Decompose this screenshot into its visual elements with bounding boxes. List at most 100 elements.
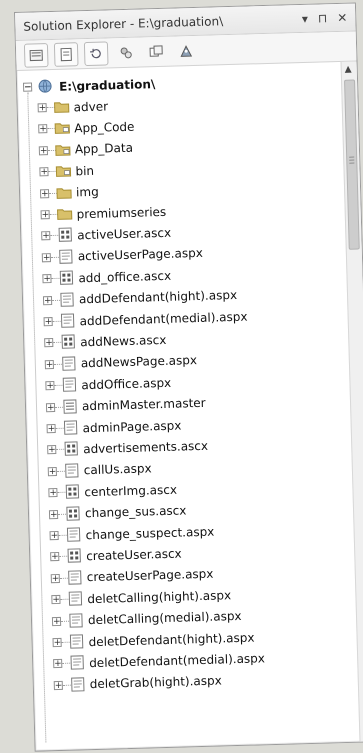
aspx-file-icon [60, 313, 75, 328]
folder-icon [54, 102, 70, 113]
aspx-file-icon [68, 570, 82, 585]
expand-icon[interactable]: + [51, 595, 61, 605]
refresh-icon[interactable] [83, 40, 109, 66]
expand-icon[interactable]: + [41, 252, 51, 263]
grip-line-1 [349, 156, 355, 158]
tree-item-label: addDefendant(hight).aspx [78, 288, 238, 307]
ascx-file-icon [58, 227, 72, 243]
tree-item-label: callUs.aspx [83, 461, 152, 478]
tree-item-label: change_sus.ascx [84, 503, 187, 521]
root-label: E:\graduation\ [58, 76, 156, 94]
tree-item-label: deletDefendant(hight).aspx [88, 630, 255, 649]
solution-explorer-panel: Solution Explorer - E:\graduation\ ▾ ⊓ ✕… [14, 2, 363, 752]
expand-icon[interactable]: + [51, 616, 62, 627]
expand-icon[interactable]: + [53, 659, 63, 670]
tree-item-label: img [75, 184, 99, 200]
aspx-file-icon [69, 634, 84, 649]
expand-icon[interactable]: + [39, 167, 49, 178]
tree-item-label: deletGrab(hight).aspx [89, 673, 222, 692]
folder-icon [56, 187, 72, 199]
expand-icon[interactable]: + [48, 488, 58, 498]
expand-icon[interactable]: + [39, 188, 50, 199]
expand-icon[interactable]: + [43, 317, 53, 327]
expand-icon[interactable]: + [38, 145, 49, 156]
expand-icon[interactable]: + [48, 509, 59, 520]
tree-item-label: advertisements.ascx [83, 438, 209, 457]
view-in-browser-icon[interactable] [174, 38, 199, 63]
ascx-file-icon [64, 441, 78, 457]
expand-icon[interactable]: + [50, 573, 60, 584]
collapse-icon[interactable]: − [22, 82, 33, 93]
expand-icon[interactable]: + [38, 124, 48, 135]
expand-icon[interactable]: + [53, 680, 63, 691]
folder-icon [55, 145, 71, 156]
properties-icon[interactable] [23, 42, 49, 68]
aspx-file-icon [66, 527, 81, 542]
aspx-file-icon [71, 677, 85, 692]
tree-item-label: activeUser.ascx [77, 225, 172, 243]
aspx-file-icon [69, 612, 83, 628]
show-all-files-icon[interactable] [53, 41, 79, 67]
tree-item-label: change_suspect.aspx [85, 524, 215, 542]
expand-icon[interactable]: + [49, 530, 59, 541]
ascx-file-icon [66, 505, 80, 521]
ascx-file-icon [65, 484, 80, 499]
tree-item-label: deletCalling(medial).aspx [87, 609, 242, 628]
tree-item-label: premiumseries [76, 204, 167, 222]
grip-line-2 [349, 159, 355, 161]
tree-item-label: adminPage.aspx [82, 418, 182, 435]
tree-item-label: adver [73, 99, 109, 115]
expand-icon[interactable]: + [42, 274, 52, 284]
tree-item-label: App_Code [74, 119, 135, 136]
expand-icon[interactable]: + [40, 210, 50, 220]
expand-icon[interactable]: + [37, 103, 47, 113]
tree-item-label: deletDefendant(medial).aspx [89, 651, 266, 671]
folder-icon [55, 166, 72, 178]
expand-icon[interactable]: + [41, 231, 51, 242]
tree-item-label: activeUserPage.aspx [77, 246, 204, 264]
title-controls: ▾ ⊓ ✕ [302, 10, 348, 25]
expand-icon[interactable]: + [45, 381, 55, 391]
solution-tree: − E:\graduation\ + adver + App_Code + App_Dat… [17, 62, 358, 751]
expand-icon[interactable]: + [47, 466, 57, 477]
expand-icon[interactable]: + [44, 359, 54, 370]
master-file-icon [63, 399, 77, 414]
restore-icon[interactable]: ⊓ [318, 11, 328, 25]
nest-related-files-icon[interactable] [144, 39, 169, 64]
aspx-file-icon [70, 655, 84, 671]
expand-icon[interactable]: + [47, 445, 57, 456]
tree-item-label: centerImg.ascx [84, 482, 178, 500]
expand-icon[interactable]: + [44, 338, 54, 349]
expand-icon[interactable]: + [52, 637, 62, 648]
tree-item-label: createUserPage.aspx [86, 567, 214, 585]
tree-item-label: adminMaster.master [81, 396, 206, 414]
tree-item-label: addNewsPage.aspx [80, 353, 198, 371]
tree-item-label: deletCalling(hight).aspx [87, 588, 232, 607]
tree-item-label: addOffice.aspx [81, 375, 172, 393]
close-icon[interactable]: ✕ [337, 10, 347, 24]
tree-item-label: bin [75, 163, 95, 179]
folder-icon [54, 123, 70, 135]
grip-line-3 [349, 162, 355, 164]
aspx-file-icon [62, 377, 77, 392]
pin-icon[interactable]: ▾ [302, 11, 308, 25]
expand-icon[interactable]: + [45, 402, 56, 413]
copy-website-icon[interactable] [114, 40, 139, 65]
aspx-file-icon [59, 249, 73, 264]
ascx-file-icon [59, 270, 74, 286]
tree-item-label: addNews.ascx [80, 332, 167, 350]
expand-icon[interactable]: + [42, 295, 53, 306]
expand-icon[interactable]: + [50, 552, 60, 563]
ascx-file-icon [61, 334, 75, 350]
aspx-file-icon [65, 463, 79, 478]
scroll-up-icon[interactable]: ▲ [345, 65, 352, 75]
website-icon [38, 79, 52, 93]
tree-item-label: add_office.ascx [78, 268, 172, 286]
ascx-file-icon [67, 548, 81, 564]
expand-icon[interactable]: + [46, 424, 56, 434]
tree-item-label: App_Data [74, 141, 134, 157]
scroll-thumb[interactable] [344, 79, 360, 250]
aspx-file-icon [63, 420, 78, 435]
aspx-file-icon [62, 356, 76, 371]
tree-item-label: addDefendant(medial).aspx [79, 309, 248, 328]
